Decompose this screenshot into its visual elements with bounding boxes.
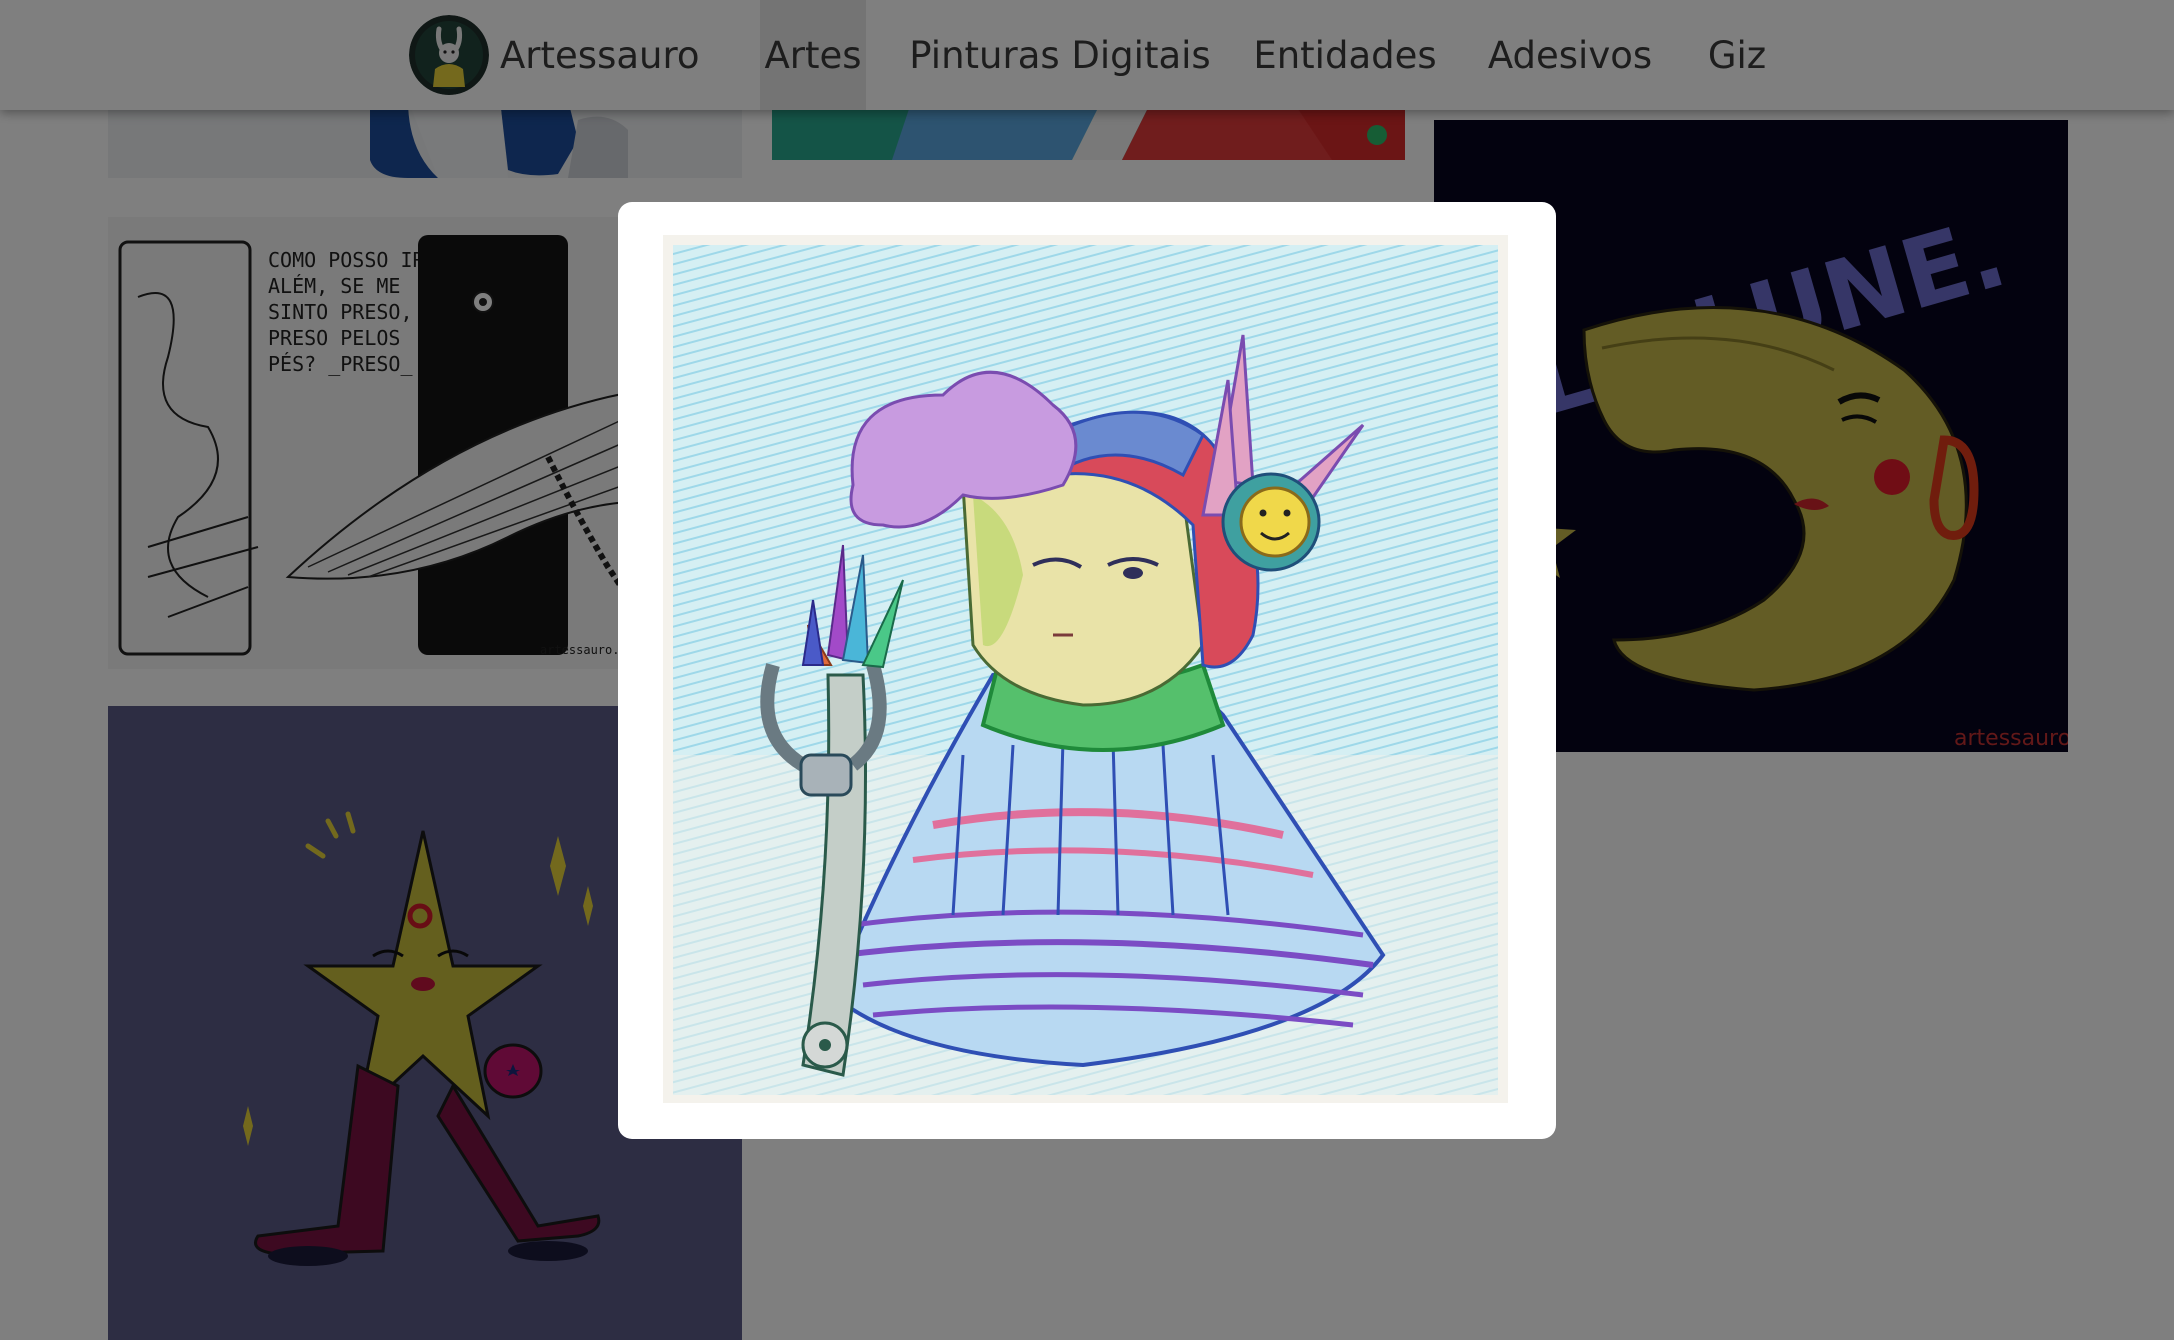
image-lightbox-modal — [618, 202, 1556, 1139]
lightbox-artwork-image — [663, 235, 1508, 1103]
